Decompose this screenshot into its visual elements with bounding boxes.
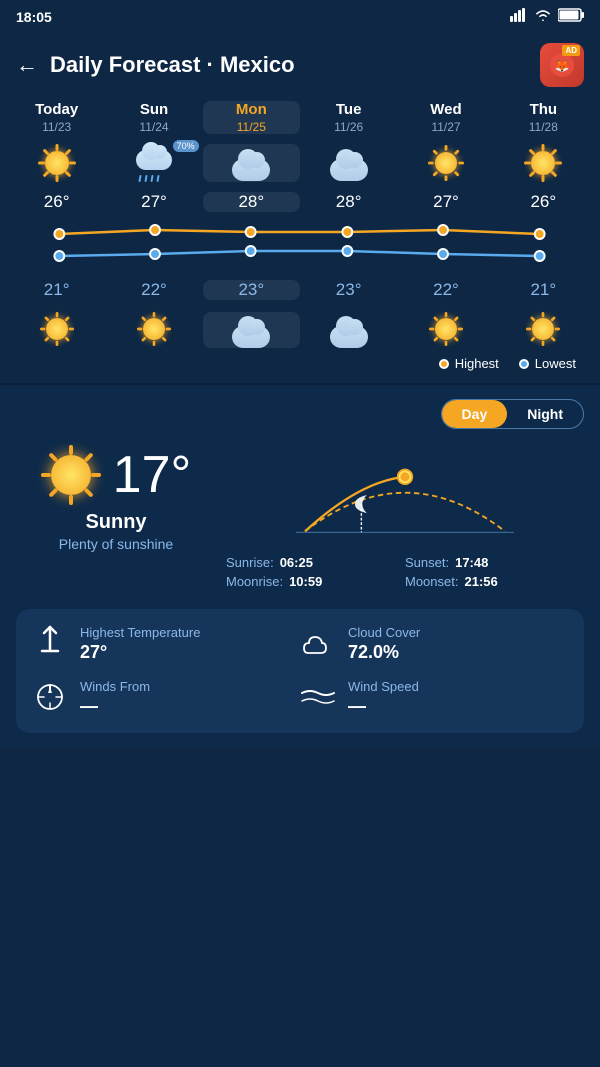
day-night-toggle: Day Night xyxy=(441,399,584,429)
day-button[interactable]: Day xyxy=(442,400,508,428)
header: ← Daily Forecast · Mexico 🦊 xyxy=(0,33,600,101)
wifi-icon xyxy=(534,8,552,25)
current-left: 17° Sunny Plenty of sunshine xyxy=(16,445,216,552)
detail-wind-speed: Wind Speed — xyxy=(300,679,568,717)
bottom-icon-wed xyxy=(397,312,494,348)
day-mon[interactable]: Mon 11/25 xyxy=(203,101,300,134)
current-sun-icon xyxy=(41,445,101,505)
icon-sun: 70% xyxy=(105,144,202,182)
winds-from-icon xyxy=(32,679,68,715)
icon-today xyxy=(8,144,105,182)
days-row: Today 11/23 Sun 11/24 Mon 11/25 Tue 11/2… xyxy=(8,101,592,138)
highest-temp-icon xyxy=(32,625,68,661)
temperature-chart xyxy=(12,216,588,276)
details-grid: Highest Temperature 27° Cloud Cover 72.0… xyxy=(32,625,568,717)
sun-moon-times: Sunrise: 06:25 Sunset: 17:48 Moonrise: 1… xyxy=(226,555,584,589)
bottom-icon-tue xyxy=(300,312,397,348)
battery-icon xyxy=(558,8,584,25)
weather-icons-row: 70% xyxy=(8,138,592,188)
bottom-icons-row xyxy=(8,304,592,352)
bottom-icon-mon xyxy=(203,312,300,348)
high-temps-row: 26° 27° 28° 28° 27° 26° xyxy=(8,188,592,216)
bottom-icon-thu xyxy=(495,312,592,348)
legend-lowest: Lowest xyxy=(519,356,576,371)
svg-text:🦊: 🦊 xyxy=(555,59,570,73)
current-weather: 17° Sunny Plenty of sunshine xyxy=(16,445,584,589)
current-description: Plenty of sunshine xyxy=(59,536,173,552)
ad-badge: 🦊 xyxy=(540,43,584,87)
detail-cloud-cover: Cloud Cover 72.0% xyxy=(300,625,568,663)
sun-arc-section: Sunrise: 06:25 Sunset: 17:48 Moonrise: 1… xyxy=(216,445,584,589)
forecast-section: Today 11/23 Sun 11/24 Mon 11/25 Tue 11/2… xyxy=(0,101,600,383)
page-title: Daily Forecast · Mexico xyxy=(50,52,295,78)
lowest-dot xyxy=(519,359,529,369)
back-button[interactable]: ← xyxy=(16,52,38,78)
detail-highest-temp: Highest Temperature 27° xyxy=(32,625,300,663)
day-thu[interactable]: Thu 11/28 xyxy=(495,101,592,134)
details-card: Highest Temperature 27° Cloud Cover 72.0… xyxy=(16,609,584,733)
current-icon-temp: 17° xyxy=(41,445,192,505)
day-night-toggle-row: Day Night xyxy=(16,399,584,429)
sun-arc-container xyxy=(226,445,584,545)
icon-thu xyxy=(495,144,592,182)
status-bar: 18:05 xyxy=(0,0,600,33)
chart-legend: Highest Lowest xyxy=(8,352,592,383)
day-wed[interactable]: Wed 11/27 xyxy=(397,101,494,134)
current-temperature: 17° xyxy=(113,449,192,501)
status-icons xyxy=(510,8,584,25)
day-today[interactable]: Today 11/23 xyxy=(8,101,105,134)
detail-winds-from: Winds From — xyxy=(32,679,300,717)
icon-tue xyxy=(300,144,397,182)
bottom-icon-sun xyxy=(105,312,202,348)
night-button[interactable]: Night xyxy=(507,400,583,428)
day-sun[interactable]: Sun 11/24 xyxy=(105,101,202,134)
signal-icon xyxy=(510,8,528,25)
wind-speed-icon xyxy=(300,679,336,715)
highest-dot xyxy=(439,359,449,369)
day-tue[interactable]: Tue 11/26 xyxy=(300,101,397,134)
bottom-icon-today xyxy=(8,312,105,348)
icon-mon xyxy=(203,144,300,182)
current-condition: Sunny xyxy=(85,511,146,534)
legend-highest: Highest xyxy=(439,356,499,371)
icon-wed xyxy=(397,144,494,182)
time-display: 18:05 xyxy=(16,9,52,25)
cloud-cover-icon xyxy=(300,625,336,661)
low-temps-row: 21° 22° 23° 23° 22° 21° xyxy=(8,276,592,304)
bottom-section: Day Night xyxy=(0,385,600,747)
